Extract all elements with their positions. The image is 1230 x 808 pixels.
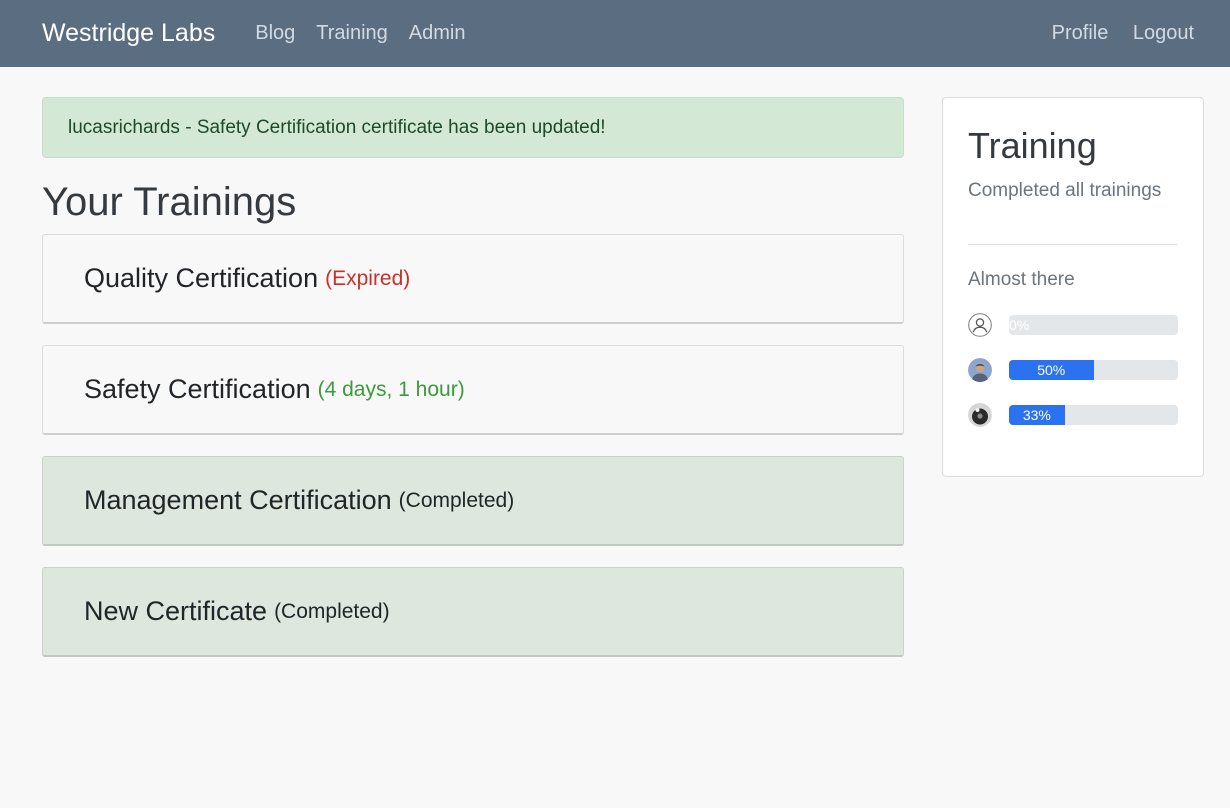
page-title: Your Trainings xyxy=(42,180,297,224)
sidebar-subtitle: Completed all trainings xyxy=(968,179,1162,201)
training-name: New Certificate xyxy=(84,596,268,626)
training-card-management[interactable]: Management Certification (Completed) xyxy=(42,456,904,546)
training-card-safety[interactable]: Safety Certification (4 days, 1 hour) xyxy=(42,345,904,435)
progress-bar: 50% xyxy=(1009,359,1178,380)
nav-left: Westridge Labs Blog Training Admin xyxy=(42,19,487,48)
nav-link-profile[interactable]: Profile xyxy=(1052,22,1109,44)
user-avatar xyxy=(968,357,992,382)
training-sidebar: Training Completed all trainings Almost … xyxy=(942,97,1204,477)
nav-link-blog[interactable]: Blog xyxy=(255,22,295,45)
training-name: Quality Certification xyxy=(84,263,319,293)
training-name: Management Certification xyxy=(84,485,392,515)
progress-bar: 33% xyxy=(1009,404,1178,425)
user-progress-row: 0% xyxy=(968,312,1178,337)
divider xyxy=(968,243,1178,245)
success-alert: lucasrichards - Safety Certification cer… xyxy=(42,97,904,158)
training-card-quality[interactable]: Quality Certification (Expired) xyxy=(42,234,904,324)
training-status-completed: (Completed) xyxy=(398,488,515,512)
brand-link[interactable]: Westridge Labs xyxy=(42,19,215,48)
training-status-expired: (Expired) xyxy=(325,266,411,290)
nav-link-logout[interactable]: Logout xyxy=(1133,22,1194,44)
training-card-new-certificate[interactable]: New Certificate (Completed) xyxy=(42,567,904,657)
progress-label: 0% xyxy=(1009,316,1030,333)
nav-link-training[interactable]: Training xyxy=(316,22,388,45)
sidebar-title: Training xyxy=(968,125,1097,166)
almost-there-heading: Almost there xyxy=(968,268,1075,290)
nav-link-admin[interactable]: Admin xyxy=(409,22,466,45)
training-status-completed: (Completed) xyxy=(274,599,390,623)
progress-label: 33% xyxy=(1022,406,1051,423)
nav-right: Profile Logout xyxy=(1032,22,1194,45)
user-avatar xyxy=(968,402,992,427)
navbar: Westridge Labs Blog Training Admin Profi… xyxy=(0,0,1230,67)
training-name: Safety Certification xyxy=(84,374,311,404)
training-status-time-left: (4 days, 1 hour) xyxy=(317,377,465,401)
progress-label: 50% xyxy=(1037,361,1066,378)
content-container: lucasrichards - Safety Certification cer… xyxy=(0,67,1230,678)
default-user-icon xyxy=(968,312,992,337)
user-progress-row: 50% xyxy=(968,357,1178,382)
alert-message: lucasrichards - Safety Certification cer… xyxy=(68,116,606,138)
main-column: lucasrichards - Safety Certification cer… xyxy=(42,97,904,678)
progress-bar: 0% xyxy=(1009,314,1178,335)
user-progress-row: 33% xyxy=(968,402,1178,427)
